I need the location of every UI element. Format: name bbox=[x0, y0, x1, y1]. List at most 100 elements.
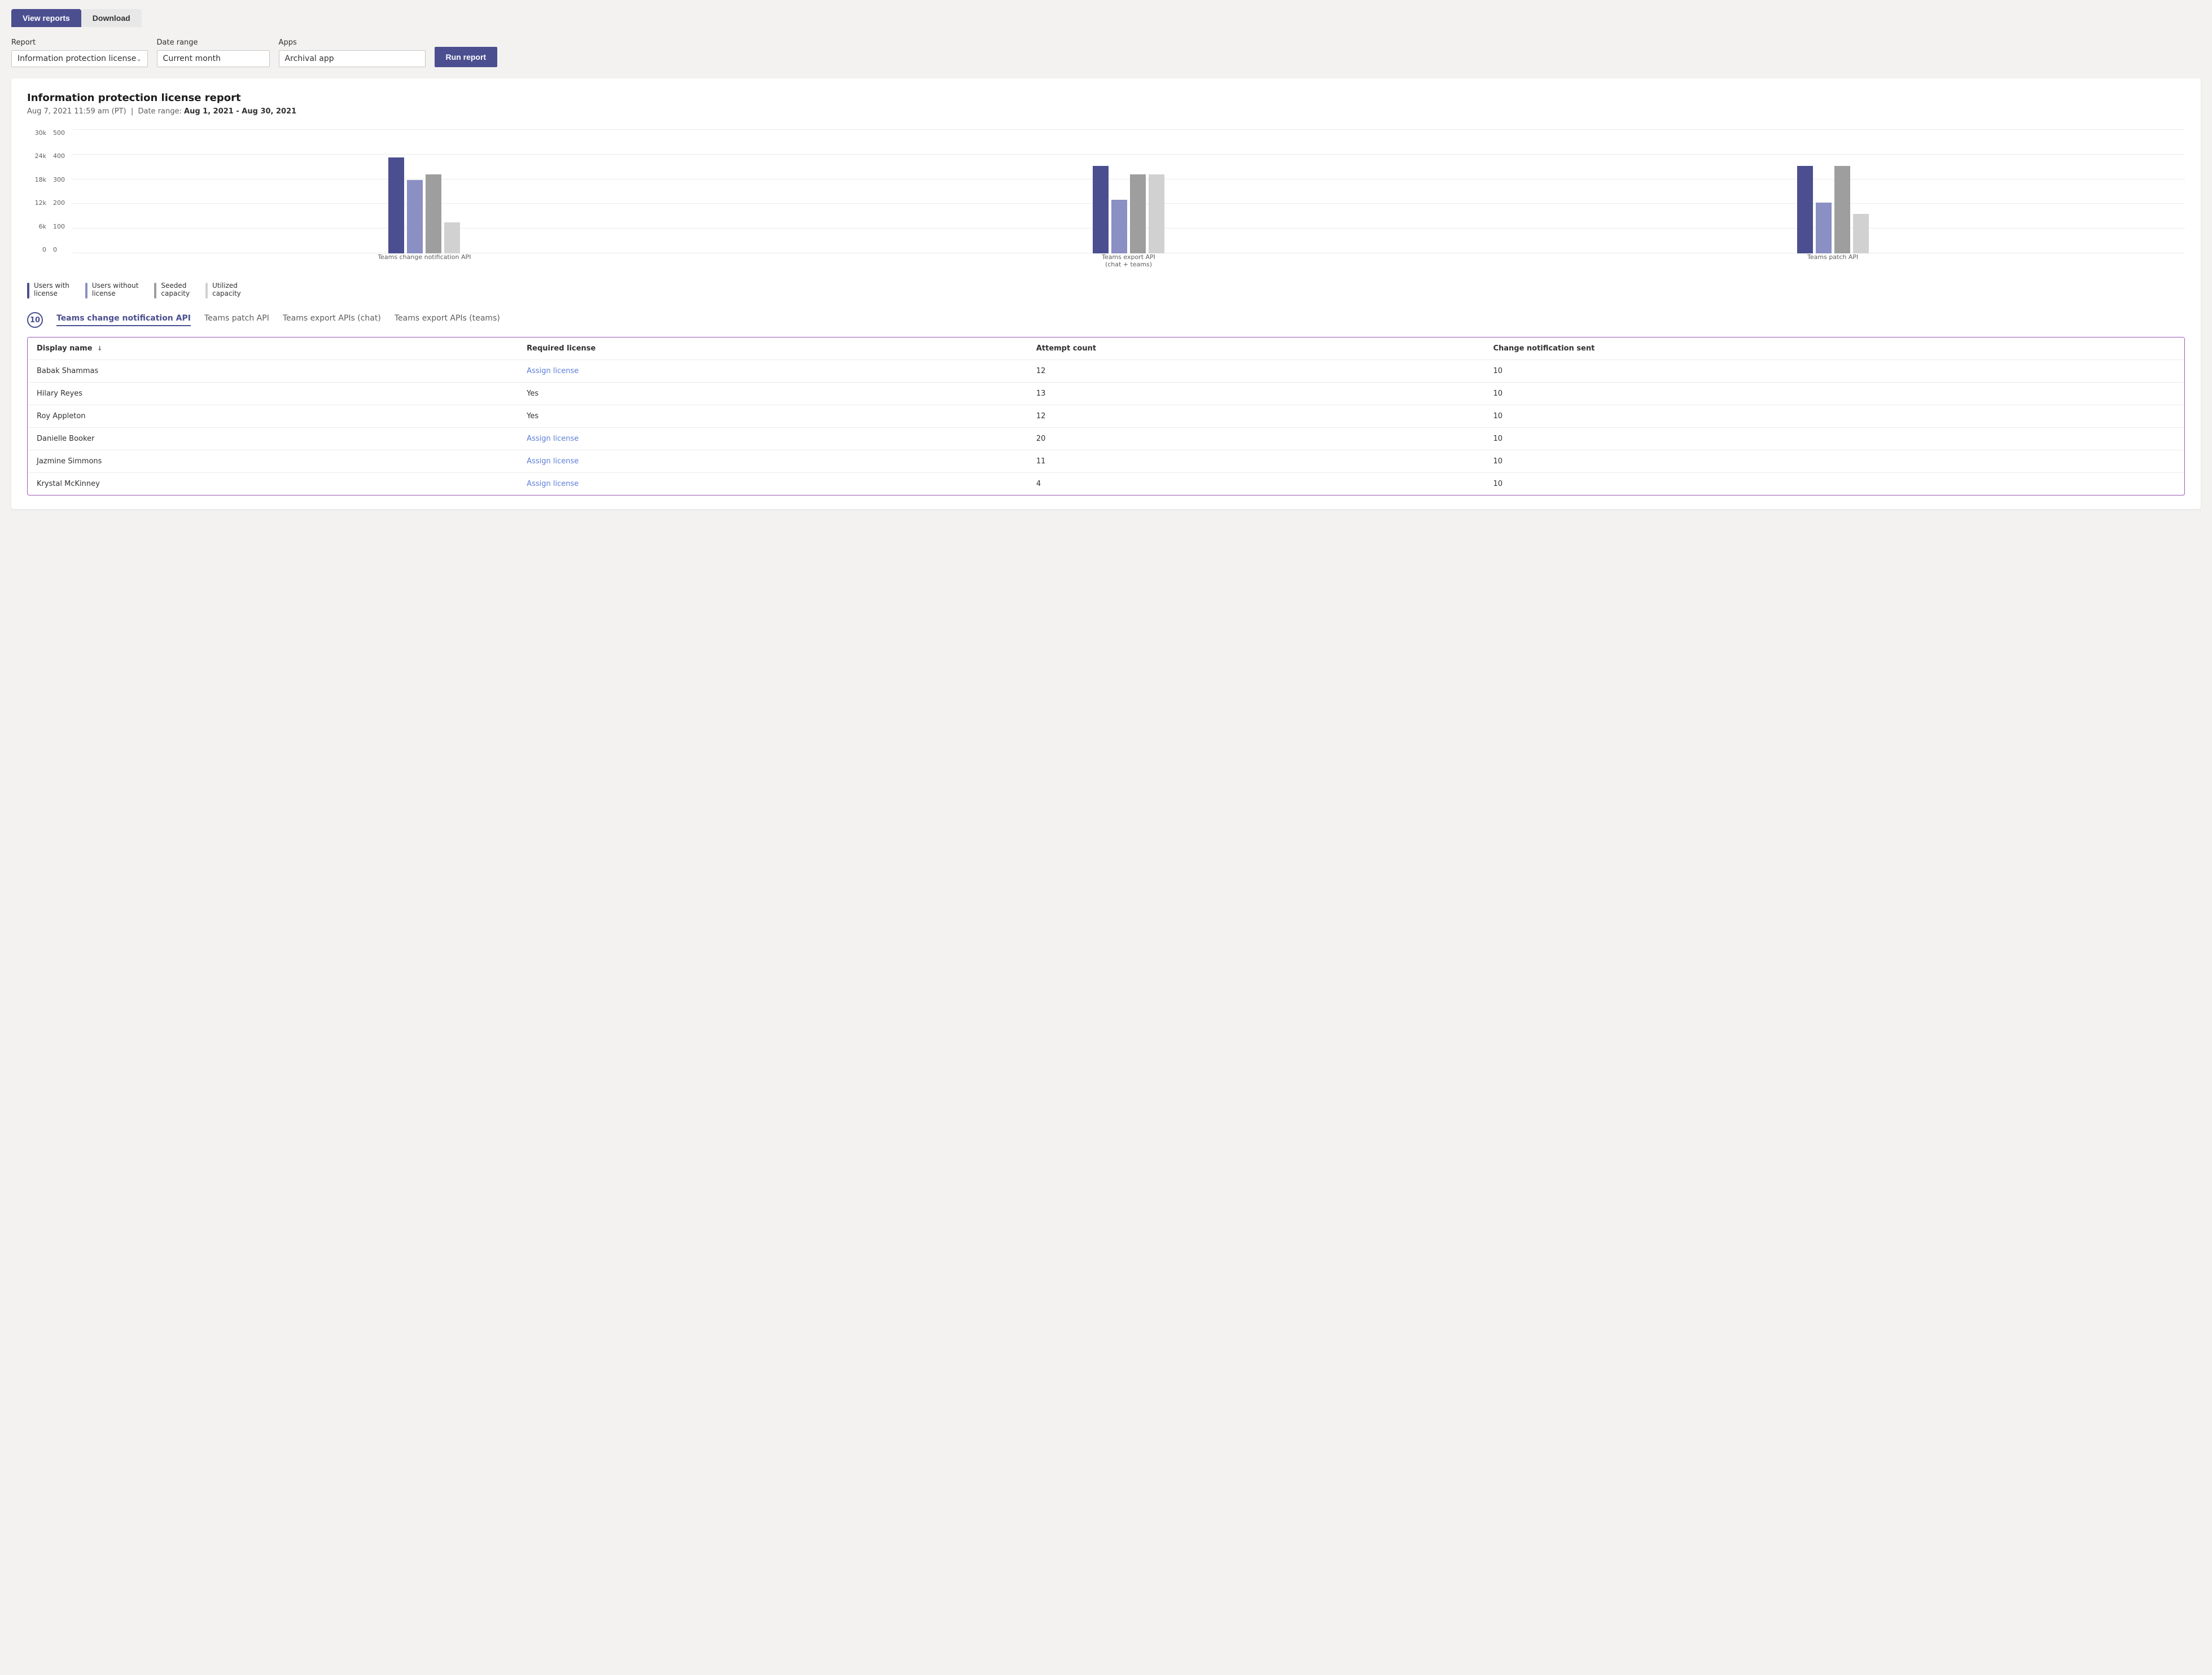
bar-3-2 bbox=[1816, 203, 1832, 253]
apps-dropdown[interactable]: Archival app bbox=[279, 50, 426, 67]
bar-group-3 bbox=[1492, 166, 2174, 253]
report-date-range: Aug 1, 2021 - Aug 30, 2021 bbox=[184, 107, 296, 116]
legend-label-users-without-license: Users withoutlicense bbox=[92, 282, 139, 297]
table-row: Danielle Booker Assign license 2010 bbox=[28, 428, 2184, 450]
view-reports-tab[interactable]: View reports bbox=[11, 9, 81, 27]
chart-label-3: Teams patch API bbox=[1492, 253, 2174, 261]
download-tab[interactable]: Download bbox=[81, 9, 142, 27]
bar-2-1 bbox=[1093, 166, 1109, 253]
report-dropdown-chevron-icon: ⌄ bbox=[136, 55, 141, 63]
table-header-row: Display name ↓ Required license Attempt … bbox=[28, 337, 2184, 360]
cell-display-name: Krystal McKinney bbox=[28, 473, 518, 496]
col-display-name[interactable]: Display name ↓ bbox=[28, 337, 518, 360]
report-card-title: Information protection license report bbox=[27, 92, 2185, 104]
cell-display-name: Danielle Booker bbox=[28, 428, 518, 450]
cell-change-notification-sent: 10 bbox=[1484, 473, 2184, 496]
bar-2-4 bbox=[1149, 174, 1164, 253]
chart-body: Teams change notification API Teams expo… bbox=[72, 129, 2185, 270]
cell-display-name: Babak Shammas bbox=[28, 360, 518, 383]
tab-export-teams[interactable]: Teams export APIs (teams) bbox=[395, 314, 500, 326]
report-label: Report bbox=[11, 38, 148, 47]
run-report-button[interactable]: Run report bbox=[435, 47, 498, 67]
table-row: Babak ShammasAssign license1210 bbox=[28, 360, 2184, 383]
cell-change-notification-sent: 10 bbox=[1484, 450, 2184, 473]
assign-license-link[interactable]: Assign license bbox=[527, 480, 579, 488]
assign-license-link[interactable]: Assign license bbox=[527, 457, 579, 466]
cell-required-license[interactable]: Assign license bbox=[518, 473, 1027, 496]
chart-y-axis-left: 30k 24k 18k 12k 6k 0 bbox=[27, 129, 50, 270]
date-filter-group: Date range Current month bbox=[157, 38, 270, 67]
report-filter-group: Report Information protection license ⌄ bbox=[11, 38, 148, 67]
apps-dropdown-value: Archival app bbox=[285, 54, 334, 63]
cell-required-license: Yes bbox=[518, 383, 1027, 405]
legend-users-without-license: Users withoutlicense bbox=[85, 282, 139, 299]
cell-attempt-count: 12 bbox=[1027, 405, 1484, 428]
legend-users-with-license: Users withlicense bbox=[27, 282, 69, 299]
legend-seeded-capacity: Seededcapacity bbox=[154, 282, 190, 299]
assign-license-link[interactable]: Assign license bbox=[527, 435, 579, 443]
chart-label-2: Teams export API(chat + teams) bbox=[788, 253, 1470, 268]
date-dropdown-value: Current month bbox=[163, 54, 221, 63]
report-dropdown-value: Information protection license bbox=[17, 54, 136, 63]
legend-label-seeded-capacity: Seededcapacity bbox=[161, 282, 190, 297]
date-dropdown[interactable]: Current month bbox=[157, 50, 270, 67]
cell-attempt-count: 20 bbox=[1027, 428, 1484, 450]
cell-required-license: Yes bbox=[518, 405, 1027, 428]
apps-filter-group: Apps Archival app bbox=[279, 38, 426, 67]
legend-label-utilized-capacity: Utilizedcapacity bbox=[212, 282, 241, 297]
cell-required-license[interactable]: Assign license bbox=[518, 450, 1027, 473]
assign-license-link[interactable]: Assign license bbox=[527, 367, 579, 375]
table-row: Krystal McKinney Assign license 410 bbox=[28, 473, 2184, 496]
chart-bars bbox=[72, 129, 2185, 253]
cell-change-notification-sent: 10 bbox=[1484, 383, 2184, 405]
tab-change-notification[interactable]: Teams change notification API bbox=[56, 314, 191, 326]
cell-display-name: Hilary Reyes bbox=[28, 383, 518, 405]
cell-change-notification-sent: 10 bbox=[1484, 428, 2184, 450]
chart-labels: Teams change notification API Teams expo… bbox=[72, 253, 2185, 270]
sort-arrow-display-name: ↓ bbox=[97, 345, 102, 352]
cell-change-notification-sent: 10 bbox=[1484, 405, 2184, 428]
bar-3-1 bbox=[1797, 166, 1813, 253]
col-change-notification-sent: Change notification sent bbox=[1484, 337, 2184, 360]
report-timestamp: Aug 7, 2021 11:59 am (PT) bbox=[27, 107, 126, 116]
bar-group-2 bbox=[788, 166, 1470, 253]
legend-swatch-medium-gray bbox=[154, 283, 156, 299]
chart-y-axis-right: 500 400 300 200 100 0 bbox=[50, 129, 72, 270]
bar-1-4 bbox=[444, 222, 460, 253]
bar-1-3 bbox=[426, 174, 441, 253]
tab-patch-api[interactable]: Teams patch API bbox=[204, 314, 269, 326]
table-tabs-row: 10 Teams change notification API Teams p… bbox=[27, 312, 2185, 328]
data-table: Display name ↓ Required license Attempt … bbox=[28, 337, 2184, 495]
bar-2-2 bbox=[1111, 200, 1127, 253]
table-row: Roy AppletonYes1210 bbox=[28, 405, 2184, 428]
report-card: Information protection license report Au… bbox=[11, 78, 2201, 509]
bar-3-3 bbox=[1834, 166, 1850, 253]
tab-export-chat[interactable]: Teams export APIs (chat) bbox=[283, 314, 381, 326]
date-label: Date range bbox=[157, 38, 270, 47]
legend-swatch-light-gray bbox=[205, 283, 208, 299]
data-table-wrapper: Display name ↓ Required license Attempt … bbox=[27, 337, 2185, 496]
filter-bar: Report Information protection license ⌄ … bbox=[0, 27, 2212, 78]
chart-label-1: Teams change notification API bbox=[84, 253, 765, 261]
bar-2-3 bbox=[1130, 174, 1146, 253]
report-meta: Aug 7, 2021 11:59 am (PT) | Date range: … bbox=[27, 107, 2185, 116]
cell-attempt-count: 4 bbox=[1027, 473, 1484, 496]
cell-display-name: Jazmine Simmons bbox=[28, 450, 518, 473]
chart-legend: Users withlicense Users withoutlicense S… bbox=[27, 282, 2185, 299]
legend-swatch-medium-blue bbox=[85, 283, 87, 299]
legend-swatch-dark-blue bbox=[27, 283, 29, 299]
apps-label: Apps bbox=[279, 38, 426, 47]
col-attempt-count: Attempt count bbox=[1027, 337, 1484, 360]
chart-container: 30k 24k 18k 12k 6k 0 500 400 300 200 100… bbox=[27, 129, 2185, 270]
cell-attempt-count: 13 bbox=[1027, 383, 1484, 405]
col-required-license: Required license bbox=[518, 337, 1027, 360]
cell-display-name: Roy Appleton bbox=[28, 405, 518, 428]
report-dropdown[interactable]: Information protection license ⌄ bbox=[11, 50, 148, 67]
cell-required-license[interactable]: Assign license bbox=[518, 428, 1027, 450]
cell-attempt-count: 11 bbox=[1027, 450, 1484, 473]
report-date-range-label: Date range: bbox=[138, 107, 181, 116]
legend-label-users-with-license: Users withlicense bbox=[34, 282, 69, 297]
cell-required-license[interactable]: Assign license bbox=[518, 360, 1027, 383]
table-row: Hilary ReyesYes1310 bbox=[28, 383, 2184, 405]
table-row: Jazmine Simmons Assign license 1110 bbox=[28, 450, 2184, 473]
